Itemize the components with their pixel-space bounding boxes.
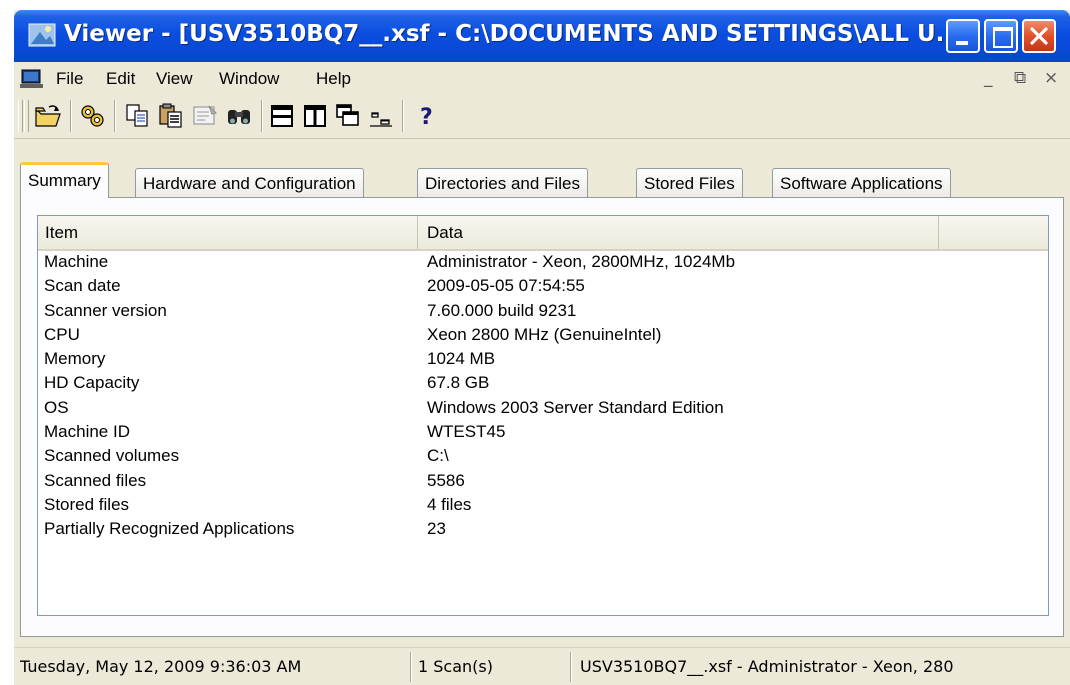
row-data: Administrator - Xeon, 2800MHz, 1024Mb: [427, 252, 736, 271]
menu-window[interactable]: Window: [219, 69, 279, 89]
row-data: 7.60.000 build 9231: [427, 300, 577, 320]
find-icon[interactable]: [225, 102, 253, 130]
menu-help[interactable]: Help: [316, 69, 351, 89]
status-scan-count: 1 Scan(s): [418, 657, 493, 676]
menu-edit[interactable]: Edit: [106, 69, 135, 89]
row-item: HD Capacity: [44, 373, 140, 393]
cascade-icon[interactable]: [334, 102, 362, 130]
row-data: WTEST45: [427, 422, 506, 442]
minimize-button[interactable]: [946, 19, 980, 53]
close-icon: [1030, 27, 1048, 45]
status-divider: [410, 652, 412, 682]
window-title: Viewer - [USV3510BQ7__.xsf - C:\DOCUMENT…: [64, 21, 962, 47]
title-bar[interactable]: Viewer - [USV3510BQ7__.xsf - C:\DOCUMENT…: [14, 10, 1070, 62]
summary-list[interactable]: Item Data Machine Administrator - Xeon, 2…: [37, 215, 1049, 616]
list-row[interactable]: Scanned volumes C:\: [38, 445, 1048, 469]
list-row[interactable]: Scanner version 7.60.000 build 9231: [38, 300, 1048, 324]
tab-hardware-and-configuration[interactable]: Hardware and Configuration: [135, 168, 364, 197]
status-bar: Tuesday, May 12, 2009 9:36:03 AM 1 Scan(…: [14, 647, 1070, 685]
row-item: Partially Recognized Applications: [44, 519, 295, 539]
status-divider: [570, 652, 572, 682]
mdi-restore-button[interactable]: ⧉: [1014, 68, 1026, 88]
minimize-icon: [956, 41, 968, 45]
split-horizontal-icon[interactable]: [268, 102, 296, 130]
column-header-data[interactable]: Data: [419, 216, 939, 249]
scan-icon[interactable]: [78, 102, 106, 130]
row-item: Machine ID: [44, 422, 130, 442]
menu-view[interactable]: View: [156, 69, 193, 89]
row-item: Scanner version: [44, 300, 167, 320]
viewer-app-icon: [28, 23, 56, 47]
tab-summary[interactable]: Summary: [20, 162, 109, 198]
open-folder-icon[interactable]: [34, 102, 62, 130]
row-data: Windows 2003 Server Standard Edition: [427, 397, 724, 417]
toolbar-separator: [402, 100, 404, 132]
status-date: Tuesday, May 12, 2009 9:36:03 AM: [20, 657, 302, 676]
split-vertical-icon[interactable]: [301, 102, 329, 130]
row-item: Scanned files: [44, 470, 147, 490]
row-item: OS: [44, 397, 69, 417]
list-row[interactable]: Partially Recognized Applications 23: [38, 518, 1048, 542]
toolbar-grip[interactable]: [18, 100, 23, 132]
row-data: 23: [427, 519, 446, 539]
row-data: 1024 MB: [427, 349, 496, 369]
row-item: Memory: [44, 349, 106, 369]
properties-icon[interactable]: [191, 102, 219, 130]
list-row[interactable]: Stored files 4 files: [38, 494, 1048, 518]
help-icon[interactable]: ?: [412, 102, 440, 130]
maximize-button[interactable]: [984, 19, 1018, 53]
row-data: 4 files: [427, 494, 472, 514]
list-row[interactable]: HD Capacity 67.8 GB: [38, 372, 1048, 396]
row-data: 67.8 GB: [427, 373, 490, 393]
mdi-close-button[interactable]: ×: [1044, 68, 1058, 88]
menu-bar: File Edit View Window Help _ ⧉ ×: [14, 62, 1070, 95]
document-window-icon[interactable]: [20, 69, 44, 89]
viewer-window: Viewer - [USV3510BQ7__.xsf - C:\DOCUMENT…: [14, 10, 1070, 685]
row-item: Stored files: [44, 494, 130, 514]
row-item: Scan date: [44, 276, 121, 296]
copy-icon[interactable]: [124, 102, 152, 130]
list-header: Item Data: [38, 216, 1048, 251]
tab-stored-files[interactable]: Stored Files: [636, 168, 743, 197]
summary-panel: Item Data Machine Administrator - Xeon, 2…: [20, 197, 1064, 637]
row-data: C:\: [427, 446, 449, 466]
toolbar-separator: [70, 100, 72, 132]
mdi-minimize-button[interactable]: _: [984, 68, 993, 88]
toolbar: ?: [14, 94, 1070, 139]
toolbar-separator: [114, 100, 116, 132]
tab-software-applications[interactable]: Software Applications: [772, 168, 951, 197]
menu-file[interactable]: File: [56, 69, 83, 89]
list-rows: Machine Administrator - Xeon, 2800MHz, 10…: [38, 251, 1048, 543]
tab-strip: Summary Hardware and Configuration Direc…: [14, 138, 1070, 206]
list-row[interactable]: Machine Administrator - Xeon, 2800MHz, 10…: [38, 251, 1048, 275]
status-file-info: USV3510BQ7__.xsf - Administrator - Xeon,…: [580, 657, 954, 676]
row-data: 5586: [427, 470, 465, 490]
list-row[interactable]: OS Windows 2003 Server Standard Edition: [38, 397, 1048, 421]
list-row[interactable]: Machine ID WTEST45: [38, 421, 1048, 445]
list-row[interactable]: Scan date 2009-05-05 07:54:55: [38, 275, 1048, 299]
list-row[interactable]: CPU Xeon 2800 MHz (GenuineIntel): [38, 324, 1048, 348]
column-header-item[interactable]: Item: [38, 216, 418, 249]
svg-text:?: ?: [420, 105, 433, 130]
row-item: CPU: [44, 324, 80, 344]
row-item: Machine: [44, 252, 109, 271]
tab-directories-and-files[interactable]: Directories and Files: [417, 168, 588, 197]
toolbar-separator: [261, 100, 263, 132]
arrange-icon[interactable]: [367, 102, 395, 130]
close-button[interactable]: [1022, 19, 1056, 53]
toolbar-grip[interactable]: [24, 100, 29, 132]
paste-icon[interactable]: [157, 102, 185, 130]
list-row[interactable]: Scanned files 5586: [38, 470, 1048, 494]
row-data: 2009-05-05 07:54:55: [427, 276, 585, 296]
list-row[interactable]: Memory 1024 MB: [38, 348, 1048, 372]
maximize-icon: [993, 27, 1013, 48]
row-item: Scanned volumes: [44, 446, 180, 466]
row-data: Xeon 2800 MHz (GenuineIntel): [427, 324, 662, 344]
